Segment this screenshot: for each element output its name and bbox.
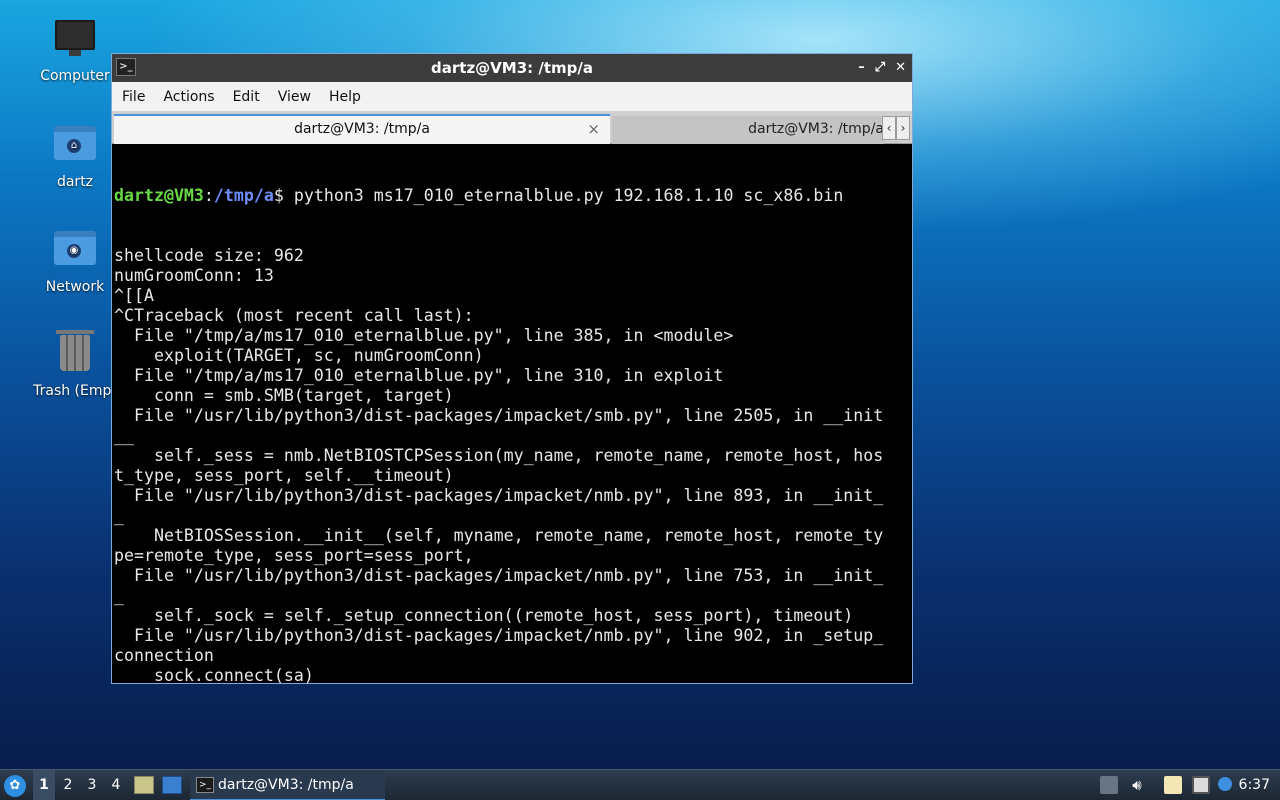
tab-bar: dartz@VM3: /tmp/a × dartz@VM3: /tmp/a ‹ … [112,112,912,144]
prompt-separator: : [203,186,214,205]
output-line: pe=remote_type, sess_port=sess_port, [114,546,474,565]
menu-actions[interactable]: Actions [163,89,224,105]
output-line: t_type, sess_port, self.__timeout) [114,466,454,485]
command-text: python3 ms17_010_eternalblue.py 192.168.… [283,186,844,205]
output-line: File "/usr/lib/python3/dist-packages/imp… [114,566,884,585]
network-folder-icon: ◉ [53,231,97,273]
home-folder-icon: ⌂ [53,126,97,168]
terminal-output[interactable]: dartz@VM3:/tmp/a$ python3 ms17_010_etern… [114,146,912,683]
output-line: conn = smb.SMB(target, target) [114,386,454,405]
maximize-button[interactable]: ⤢ [875,54,885,82]
close-button[interactable]: ✕ [895,54,906,82]
output-line: File "/usr/lib/python3/dist-packages/imp… [114,626,884,645]
desktop-icon-trash[interactable]: Trash (Empt [25,330,125,399]
volume-icon[interactable]: 🔊︎ [1128,776,1146,794]
computer-icon [53,20,97,62]
desktop-icon-label: dartz [56,174,94,190]
output-line: File "/tmp/a/ms17_010_eternalblue.py", l… [114,326,734,345]
output-line: NetBIOSSession.__init__(self, myname, re… [114,526,884,545]
tab-2[interactable]: dartz@VM3: /tmp/a [612,116,884,144]
workspace-4[interactable]: 4 [105,770,127,800]
tab-label: dartz@VM3: /tmp/a [294,121,430,137]
show-desktop-icon[interactable] [162,776,182,794]
window-titlebar[interactable]: >_ dartz@VM3: /tmp/a – ⤢ ✕ [112,54,912,82]
menu-view[interactable]: View [278,89,321,105]
command-line: dartz@VM3:/tmp/a$ python3 ms17_010_etern… [114,186,912,206]
output-line: ^[[A [114,286,154,305]
output-line: ^CTraceback (most recent call last): [114,306,474,325]
tab-scroll-right-button[interactable]: › [896,116,910,140]
workspace-3[interactable]: 3 [81,770,103,800]
output-line: shellcode size: 962 [114,246,304,265]
notification-icon[interactable] [1218,777,1232,791]
task-label: dartz@VM3: /tmp/a [218,777,354,793]
output-line: File "/usr/lib/python3/dist-packages/imp… [114,406,884,425]
output-line: _ [114,586,124,605]
terminal-window[interactable]: >_ dartz@VM3: /tmp/a – ⤢ ✕ File Actions … [111,53,913,684]
taskbar-task-terminal[interactable]: >_ dartz@VM3: /tmp/a [190,770,385,800]
output-line: _ [114,506,124,525]
workspace-2[interactable]: 2 [57,770,79,800]
desktop-icon-label: Trash (Empt [33,383,117,399]
output-line: numGroomConn: 13 [114,266,274,285]
desktop-icon-network[interactable]: ◉ Network [25,227,125,295]
menu-help[interactable]: Help [329,89,371,105]
terminal-icon: >_ [196,777,214,793]
desktop-icon-computer[interactable]: Computer [25,16,125,84]
desktop-icon-label: Computer [40,68,110,84]
prompt-user-host: dartz@VM3 [114,186,204,205]
clock[interactable]: 6:37 [1239,770,1270,800]
output-line: File "/tmp/a/ms17_010_eternalblue.py", l… [114,366,724,385]
prompt-path: /tmp/a [213,186,274,205]
distro-logo-icon: ✿ [4,775,26,797]
tab-close-button[interactable]: × [587,116,600,142]
taskbar: ✿ 1 2 3 4 >_ dartz@VM3: /tmp/a 🔊︎ 6:37 [0,769,1280,800]
tab-scroll-left-button[interactable]: ‹ [882,116,896,140]
trash-icon [53,330,97,377]
desktop-icon-home[interactable]: ⌂ dartz [25,122,125,190]
menu-edit[interactable]: Edit [233,89,270,105]
clipboard-icon[interactable] [1164,776,1182,794]
app-menu-button[interactable]: ✿ [4,770,28,800]
tray-updates-icon[interactable] [1100,776,1118,794]
output-line: sock.connect(sa) [114,666,314,683]
output-line: __ [114,426,134,445]
file-manager-launcher-icon[interactable] [134,776,154,794]
window-title: dartz@VM3: /tmp/a [431,59,593,77]
desktop-icon-label: Network [45,279,105,295]
tab-1[interactable]: dartz@VM3: /tmp/a × [114,114,610,144]
minimize-button[interactable]: – [858,54,865,82]
menu-file[interactable]: File [122,89,155,105]
output-line: connection [114,646,214,665]
prompt-symbol: $ [273,186,284,205]
output-line: exploit(TARGET, sc, numGroomConn) [114,346,484,365]
terminal-icon: >_ [116,58,136,76]
menu-bar: File Actions Edit View Help [112,82,912,112]
workspace-1[interactable]: 1 [33,770,55,800]
network-tray-icon[interactable] [1192,776,1210,794]
output-line: self._sock = self._setup_connection((rem… [114,606,854,625]
tab-label: dartz@VM3: /tmp/a [748,121,884,137]
output-line: File "/usr/lib/python3/dist-packages/imp… [114,486,884,505]
output-line: self._sess = nmb.NetBIOSTCPSession(my_na… [114,446,884,465]
